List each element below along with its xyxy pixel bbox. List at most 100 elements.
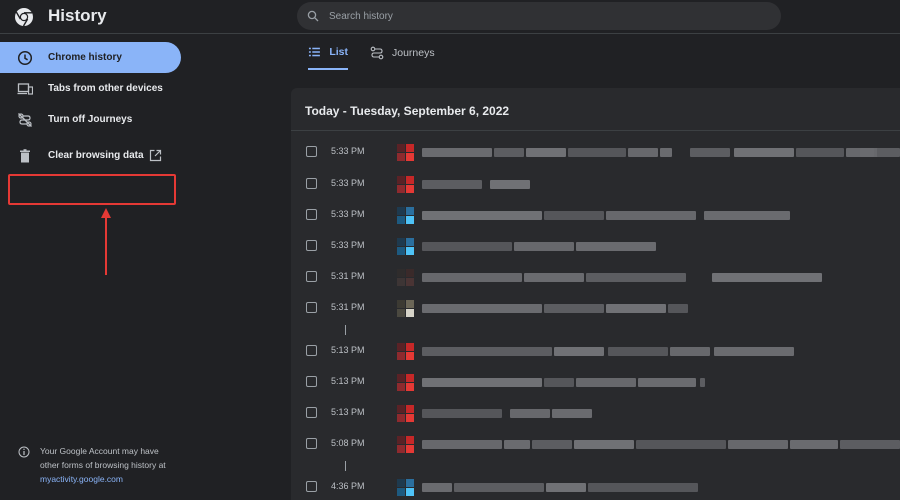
page-title-redacted[interactable] — [422, 304, 900, 313]
page-title-redacted[interactable] — [422, 409, 900, 418]
redacted-segment — [514, 242, 574, 251]
search-input[interactable] — [329, 2, 759, 30]
visit-time: 5:33 PM — [331, 240, 365, 250]
row-checkbox[interactable] — [306, 376, 317, 387]
annotation-arrow-icon — [101, 208, 111, 275]
page-title-redacted[interactable] — [422, 242, 900, 251]
visit-time: 5:31 PM — [331, 302, 365, 312]
page-title-redacted[interactable] — [422, 378, 900, 387]
redacted-segment — [544, 304, 604, 313]
row-checkbox[interactable] — [306, 438, 317, 449]
thread-connector — [345, 325, 346, 335]
row-checkbox[interactable] — [306, 240, 317, 251]
gray-favicon-icon — [397, 300, 414, 317]
youtube-favicon-icon — [397, 176, 414, 193]
row-checkbox[interactable] — [306, 481, 317, 492]
tab-label: List — [329, 46, 348, 58]
visit-time: 5:13 PM — [331, 407, 365, 417]
youtube-favicon-icon — [397, 144, 414, 161]
sidebar-item-turn-off-journeys[interactable]: Turn off Journeys — [0, 104, 181, 135]
redacted-segment — [494, 148, 524, 157]
redacted-segment — [690, 148, 730, 157]
sidebar-item-chrome-history[interactable]: Chrome history — [0, 42, 181, 73]
search-icon — [307, 10, 319, 22]
sidebar-item-label: Chrome history — [48, 52, 122, 63]
page-title-redacted[interactable] — [422, 347, 900, 356]
redacted-segment — [504, 440, 530, 449]
view-tabs: List Journeys — [290, 36, 900, 72]
redacted-segment — [636, 440, 726, 449]
footer-message: Your Google Account may have other forms… — [40, 446, 166, 470]
redacted-segment — [712, 273, 822, 282]
row-checkbox[interactable] — [306, 271, 317, 282]
visit-time: 4:36 PM — [331, 481, 365, 491]
redacted-segment — [422, 273, 522, 282]
redacted-segment — [670, 347, 710, 356]
devices-icon — [17, 83, 33, 95]
row-checkbox[interactable] — [306, 178, 317, 189]
redacted-segment — [714, 347, 794, 356]
blue-favicon-icon — [397, 238, 414, 255]
row-checkbox[interactable] — [306, 407, 317, 418]
page-title-redacted[interactable] — [422, 273, 900, 282]
redacted-segment — [454, 483, 544, 492]
search-bar[interactable] — [297, 2, 781, 30]
top-bar: History — [0, 0, 900, 34]
history-row[interactable]: 5:33 PM — [291, 170, 900, 198]
dark-favicon-icon — [397, 269, 414, 286]
tab-journeys[interactable]: Journeys — [370, 36, 460, 70]
redacted-segment — [422, 211, 542, 220]
redacted-segment — [422, 180, 482, 189]
row-checkbox[interactable] — [306, 345, 317, 356]
redacted-segment — [546, 483, 586, 492]
page-title-redacted[interactable] — [422, 483, 900, 492]
myactivity-link[interactable]: myactivity.google.com — [40, 474, 123, 484]
redacted-segment — [638, 378, 696, 387]
tab-list[interactable]: List — [308, 36, 348, 70]
history-row[interactable]: 5:13 PM — [291, 337, 900, 365]
redacted-segment — [524, 273, 584, 282]
sidebar-item-label: Turn off Journeys — [48, 114, 133, 125]
redacted-segment — [576, 378, 636, 387]
redacted-segment — [574, 440, 634, 449]
history-row[interactable]: 5:33 PM — [291, 138, 900, 166]
redacted-segment — [700, 378, 705, 387]
visit-time: 5:33 PM — [331, 146, 365, 156]
external-link-icon — [149, 149, 162, 162]
redacted-segment — [668, 304, 688, 313]
page-title-redacted[interactable] — [422, 440, 900, 449]
sidebar-item-clear-browsing-data[interactable]: Clear browsing data — [0, 140, 181, 171]
history-row[interactable]: 5:13 PM — [291, 368, 900, 396]
list-icon — [308, 47, 320, 57]
page-title-redacted[interactable] — [422, 211, 900, 220]
history-row[interactable]: 4:36 PM — [291, 473, 900, 500]
redacted-segment — [422, 304, 542, 313]
page-title-redacted[interactable] — [422, 148, 900, 157]
redacted-segment — [532, 440, 572, 449]
history-row[interactable]: 5:33 PM — [291, 232, 900, 260]
date-header: Today - Tuesday, September 6, 2022 — [305, 104, 510, 118]
redacted-segment — [796, 148, 844, 157]
history-row[interactable]: 5:13 PM — [291, 399, 900, 427]
redacted-segment — [422, 440, 502, 449]
page-title-redacted[interactable] — [422, 180, 900, 189]
visit-time: 5:33 PM — [331, 178, 365, 188]
history-row[interactable]: 5:33 PM — [291, 201, 900, 229]
redacted-segment — [576, 242, 656, 251]
redacted-segment — [490, 180, 530, 189]
sidebar-item-tabs-other-devices[interactable]: Tabs from other devices — [0, 73, 181, 104]
row-checkbox[interactable] — [306, 209, 317, 220]
redacted-segment — [840, 440, 900, 449]
row-checkbox[interactable] — [306, 302, 317, 313]
history-row[interactable]: 5:08 PM — [291, 430, 900, 458]
redacted-segment — [790, 440, 838, 449]
history-row[interactable]: 5:31 PM — [291, 263, 900, 291]
youtube-favicon-icon — [397, 436, 414, 453]
row-checkbox[interactable] — [306, 146, 317, 157]
redacted-segment — [628, 148, 658, 157]
redacted-segment — [860, 148, 874, 157]
redacted-segment — [606, 211, 696, 220]
history-row[interactable]: 5:31 PM — [291, 294, 900, 322]
sidebar-item-label: Tabs from other devices — [48, 83, 163, 94]
redacted-segment — [568, 148, 626, 157]
